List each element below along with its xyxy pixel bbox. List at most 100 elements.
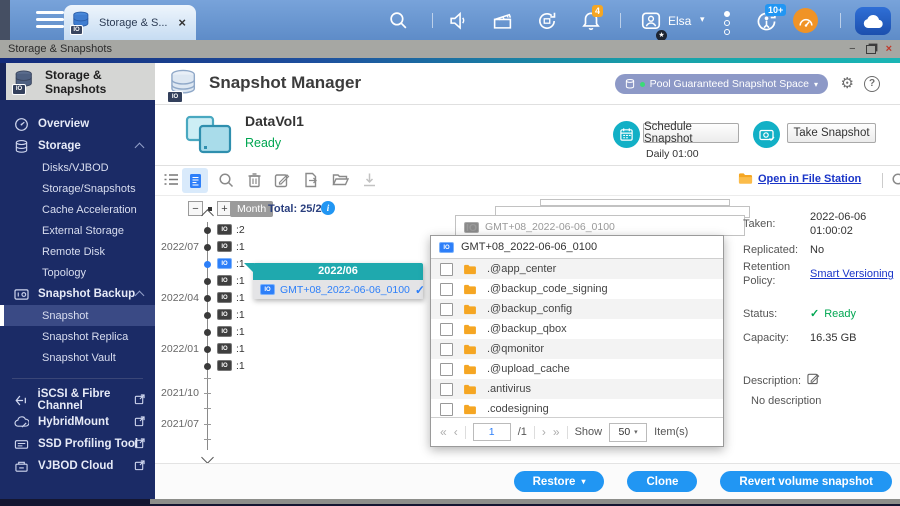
maximize-button[interactable] [866,45,876,54]
settings-gear-icon[interactable]: ⚙ [841,74,854,92]
file-checkbox[interactable] [440,343,453,356]
clone-export-icon[interactable] [303,172,319,193]
sidebar-item-snapshot-backup[interactable]: Snapshot Backup [0,283,155,305]
file-row[interactable]: .@upload_cache [431,359,723,379]
tab-close-icon[interactable]: × [176,15,188,30]
snapshot-camera-icon: IO [260,284,275,295]
caret-down-icon: ▾ [634,428,638,436]
volume-row: DataVol1 Ready Schedule Snapshot Daily 0… [155,105,900,166]
notifications-bell-icon[interactable]: 4 [580,10,602,37]
page-number-input[interactable]: 1 [473,423,511,441]
list-view-icon[interactable] [163,172,179,192]
notification-count-badge: 4 [592,5,603,17]
snapshot-camera-icon: IO [217,275,232,286]
edit-snapshot-icon[interactable] [274,172,290,193]
page-size-select[interactable]: 50 ▾ [609,423,647,442]
timeline-view-icon[interactable] [182,168,208,193]
file-row[interactable]: .@backup_qbox [431,319,723,339]
myqnapcloud-icon[interactable] [855,7,891,35]
timeline-scroll-up[interactable] [201,209,214,222]
sidebar-item-storage[interactable]: Storage [0,135,155,157]
edit-description-icon[interactable] [807,372,820,388]
user-menu-caret-icon[interactable]: ▾ [700,14,705,25]
search-clipped-icon[interactable] [891,172,900,193]
collapse-chevron-icon[interactable] [135,291,145,301]
timeline-scroll-down[interactable] [201,451,214,463]
resource-monitor-icon[interactable] [793,8,818,33]
minimize-button[interactable]: − [849,40,855,58]
file-checkbox[interactable] [440,383,453,396]
pool-disk-icon [625,78,635,90]
sidebar-item-hybridmount[interactable]: HybridMount [0,411,155,433]
zoom-out-button[interactable]: − [188,201,203,216]
file-checkbox[interactable] [440,263,453,276]
file-checkbox[interactable] [440,303,453,316]
schedule-snapshot-icon[interactable] [613,121,640,148]
divider [534,426,535,439]
file-checkbox[interactable] [440,363,453,376]
file-row[interactable]: .antivirus [431,379,723,399]
sidebar-item-snapshot-vault[interactable]: Snapshot Vault [0,347,155,368]
search-snapshot-icon[interactable] [218,172,234,193]
main-menu-button[interactable] [36,11,64,29]
timeline-dot [204,312,211,319]
status-label: Status: [743,307,803,321]
close-button[interactable]: × [886,40,892,58]
clone-button[interactable]: Clone [627,471,697,492]
more-options-kebab-icon[interactable] [724,11,730,38]
sidebar-item-external-storage[interactable]: External Storage [0,220,155,241]
help-icon[interactable]: ? [864,76,880,92]
search-icon[interactable] [388,10,409,36]
revert-volume-snapshot-button[interactable]: Revert volume snapshot [720,471,892,492]
delete-snapshot-icon[interactable] [247,172,262,193]
app-tab-storage-snapshots[interactable]: IO Storage & S... × [64,5,196,40]
sidebar-item-overview[interactable]: Overview [0,113,155,135]
retention-policy-link[interactable]: Smart Versioning [810,267,894,281]
folder-icon [463,364,477,375]
file-row[interactable]: .@backup_code_signing [431,279,723,299]
sidebar-item-disks-vjbod[interactable]: Disks/VJBOD [0,157,155,178]
user-name[interactable]: Elsa [668,14,691,28]
last-page-icon[interactable]: » [553,426,560,438]
restore-button[interactable]: Restore ▾ [514,471,605,492]
snapshot-manager-panel: IO Snapshot Manager Pool Guaranteed Snap… [155,63,900,499]
file-row[interactable]: .@backup_config [431,299,723,319]
take-snapshot-icon[interactable] [753,121,780,148]
open-folder-icon[interactable] [332,172,349,192]
first-page-icon[interactable]: « [440,426,447,438]
event-tasks-icon[interactable]: 10+ [755,10,778,38]
user-account-icon[interactable]: ★ [640,10,662,37]
take-snapshot-button[interactable]: Take Snapshot [787,123,876,143]
file-station-folder-icon [738,172,753,185]
sidebar-item-storage-snapshots[interactable]: Storage/Snapshots [0,178,155,199]
sidebar-item-cache-acceleration[interactable]: Cache Acceleration [0,199,155,220]
prev-page-icon[interactable]: ‹ [454,426,458,438]
sidebar-item-iscsi-fibre-channel[interactable]: iSCSI & Fibre Channel [0,389,155,411]
file-checkbox[interactable] [440,283,453,296]
download-icon[interactable] [362,172,377,193]
sidebar-item-vjbod-cloud[interactable]: VJBOD Cloud [0,455,155,477]
file-row[interactable]: .@qmonitor [431,339,723,359]
sidebar-item-ssd-profiling-tool[interactable]: SSD Profiling Tool [0,433,155,455]
info-icon[interactable]: i [321,201,335,215]
sidebar-item-remote-disk[interactable]: Remote Disk [0,241,155,262]
media-console-icon[interactable] [492,10,513,36]
file-checkbox[interactable] [440,323,453,336]
file-row[interactable]: .@app_center [431,259,723,279]
background-task-sync-icon[interactable] [536,10,558,37]
file-panel-header: IO GMT+08_2022-06-06_0100 [431,236,723,259]
popup-snapshot-item[interactable]: IO GMT+08_2022-06-06_0100 ✓ [253,280,423,299]
sidebar-item-snapshot-replica[interactable]: Snapshot Replica [0,326,155,347]
file-row[interactable]: .codesigning [431,399,723,419]
notification-speaker-icon[interactable] [448,10,469,36]
collapse-chevron-icon[interactable] [135,143,145,153]
snapshot-manager-icon: IO [169,69,201,102]
items-label: Item(s) [654,426,688,438]
open-in-file-station-link[interactable]: Open in File Station [738,172,861,185]
pool-guaranteed-space-button[interactable]: Pool Guaranteed Snapshot Space ▾ [615,74,828,94]
file-checkbox[interactable] [440,403,453,416]
sidebar-item-snapshot[interactable]: Snapshot [0,305,155,326]
next-page-icon[interactable]: › [542,426,546,438]
sidebar-item-topology[interactable]: Topology [0,262,155,283]
schedule-snapshot-button[interactable]: Schedule Snapshot [643,123,739,143]
